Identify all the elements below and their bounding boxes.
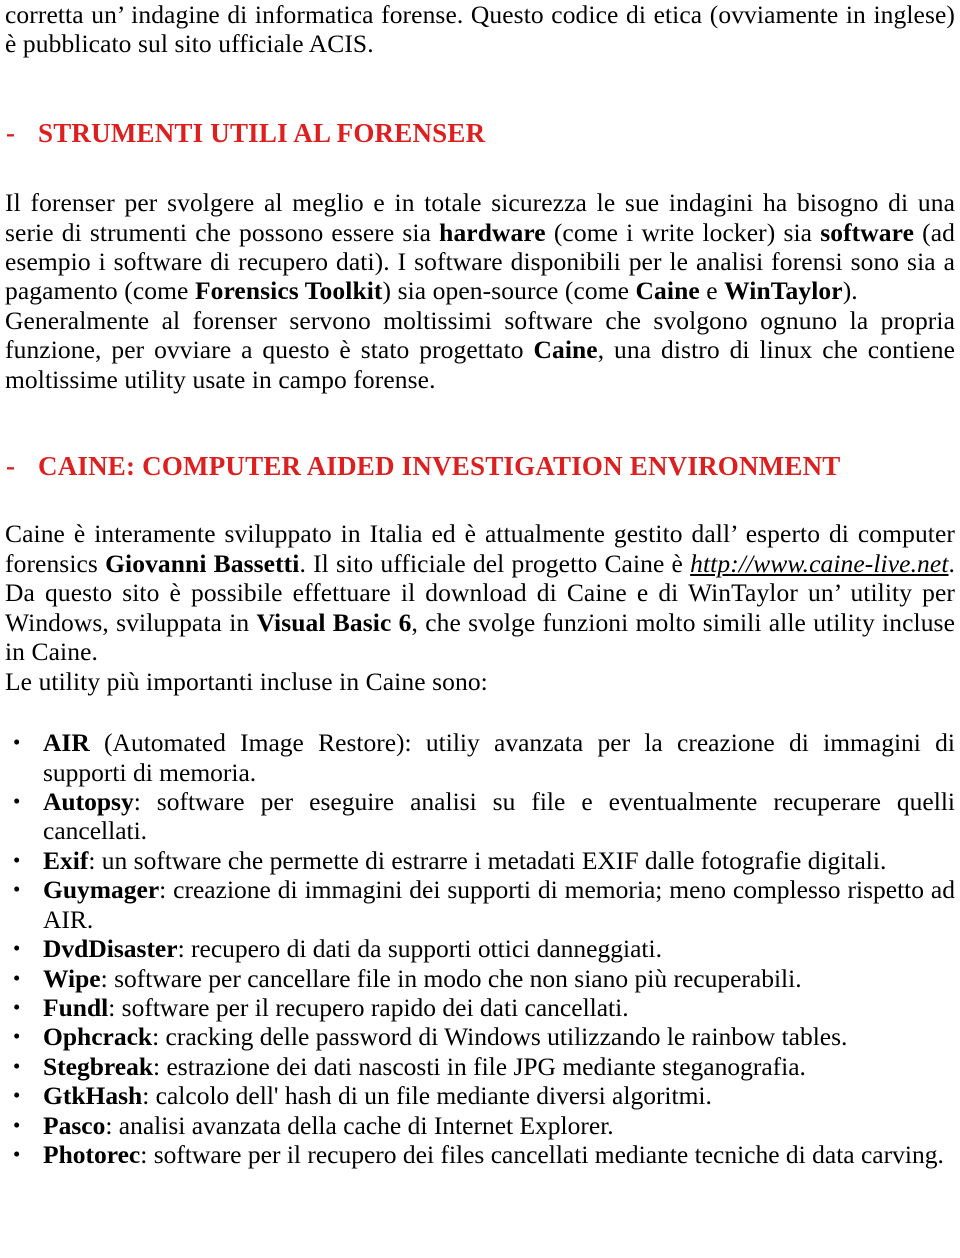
spacer-before-heading-2 — [5, 394, 955, 448]
bullet-icon: • — [13, 936, 21, 961]
utility-name: Pasco — [43, 1110, 106, 1140]
utility-description: : cracking delle password di Windows uti… — [152, 1022, 848, 1052]
intro-paragraph: corretta un’ indagine di informatica for… — [5, 0, 955, 59]
list-item: • GtkHash: calcolo dell' hash di un file … — [5, 1081, 955, 1110]
heading-text: CAINE: COMPUTER AIDED INVESTIGATION ENVI… — [38, 451, 841, 482]
section-heading-strumenti: - STRUMENTI UTILI AL FORENSER — [5, 115, 955, 152]
list-item: • Fundl: software per il recupero rapido … — [5, 993, 955, 1022]
list-item: • Stegbreak: estrazione dei dati nascosti… — [5, 1052, 955, 1081]
bullet-icon: • — [13, 730, 21, 755]
spacer-before-list — [5, 696, 955, 728]
document-page: corretta un’ indagine di informatica for… — [0, 0, 960, 1258]
term-wintaylor: WinTaylor — [724, 276, 843, 306]
utility-name: Stegbreak — [43, 1051, 154, 1081]
section-heading-caine: - CAINE: COMPUTER AIDED INVESTIGATION ENV… — [5, 448, 955, 485]
utility-description: : analisi avanzata della cache di Intern… — [105, 1110, 614, 1140]
list-item: • Photorec: software per il recupero dei … — [5, 1140, 955, 1169]
heading-text: STRUMENTI UTILI AL FORENSER — [38, 117, 486, 148]
heading-dash: - — [6, 451, 16, 482]
utility-description: : creazione di immagini dei supporti di … — [43, 875, 955, 934]
paragraph-caine-descrizione: Caine è interamente sviluppato in Italia… — [5, 519, 955, 666]
utility-name: DvdDisaster — [43, 934, 178, 964]
bullet-icon: • — [13, 1024, 21, 1049]
utility-name: AIR — [43, 728, 90, 758]
list-item: • Autopsy: software per eseguire analisi … — [5, 787, 955, 846]
utility-description: : estrazione dei dati nascosti in file J… — [153, 1051, 806, 1081]
utility-name: Guymager — [43, 875, 160, 905]
intro-text: corretta un’ indagine di informatica for… — [5, 0, 955, 59]
bullet-icon: • — [13, 788, 21, 813]
utility-name: Fundl — [43, 993, 109, 1022]
list-item: • Exif: un software che permette di estra… — [5, 846, 955, 875]
term-visual-basic-6: Visual Basic 6 — [256, 607, 412, 637]
utility-description: : software per eseguire analisi su file … — [43, 786, 955, 846]
paragraph-utility-intro: Le utility più importanti incluse in Cai… — [5, 667, 955, 696]
caine-live-link[interactable]: http://www.caine-live.net — [690, 549, 948, 578]
spacer-after-heading-1 — [5, 152, 955, 188]
term-caine-2: Caine — [533, 335, 598, 365]
heading-dash: - — [6, 117, 16, 148]
term-forensics-toolkit: Forensics Toolkit — [194, 276, 383, 306]
par1-seg5: e — [699, 276, 725, 306]
list-item: • Guymager: creazione di immagini dei sup… — [5, 875, 955, 934]
spacer-after-heading-2 — [5, 485, 955, 519]
paragraph-strumenti: Il forenser per svolgere al meglio e in … — [5, 188, 955, 306]
utility-description: : recupero di dati da supporti ottici da… — [177, 934, 662, 964]
list-item: • Pasco: analisi avanzata della cache di … — [5, 1111, 955, 1140]
utility-name: GtkHash — [43, 1081, 143, 1111]
utility-description: : software per il recupero dei files can… — [140, 1140, 944, 1170]
utility-name: Photorec — [43, 1140, 141, 1170]
utility-name: Ophcrack — [43, 1022, 153, 1052]
utility-description: : un software che permette di estrarre i… — [88, 845, 887, 875]
utility-description: (Automated Image Restore): utiliy avanza… — [43, 728, 955, 787]
bullet-icon: • — [13, 965, 21, 990]
utility-description: : calcolo dell' hash di un file mediante… — [142, 1081, 712, 1111]
utility-description: : software per cancellare file in modo c… — [100, 963, 802, 993]
term-software: software — [820, 217, 915, 247]
term-hardware: hardware — [439, 217, 546, 247]
bullet-icon: • — [13, 1053, 21, 1078]
bullet-icon: • — [13, 847, 21, 872]
par1-seg4: ) sia open-source (come — [382, 276, 636, 306]
list-item: • Wipe: software per cancellare file in m… — [5, 964, 955, 993]
par1-seg2: (come i write locker) sia — [545, 217, 821, 247]
bullet-icon: • — [13, 1112, 21, 1137]
list-item: • Ophcrack: cracking delle password di Wi… — [5, 1022, 955, 1051]
term-giovanni-bassetti: Giovanni Bassetti — [105, 548, 300, 578]
utility-name: Autopsy — [43, 786, 134, 816]
par4-text: Le utility più importanti incluse in Cai… — [5, 666, 488, 696]
bullet-icon: • — [13, 995, 21, 1019]
utilities-list: • AIR (Automated Image Restore): utiliy a… — [5, 728, 955, 1170]
term-caine: Caine — [635, 276, 700, 306]
spacer-before-heading-1 — [5, 59, 955, 115]
bullet-icon: • — [13, 1142, 21, 1167]
paragraph-generalmente: Generalmente al forenser servono moltiss… — [5, 306, 955, 394]
utility-name: Wipe — [43, 963, 101, 993]
par3-seg2: . Il sito ufficiale del progetto Caine è — [299, 548, 691, 578]
utility-name: Exif — [43, 845, 89, 875]
bullet-icon: • — [13, 1083, 21, 1108]
list-item: • DvdDisaster: recupero di dati da suppor… — [5, 934, 955, 963]
par1-seg6: ). — [842, 276, 858, 306]
utility-description: : software per il recupero rapido dei da… — [108, 993, 629, 1022]
list-item: • AIR (Automated Image Restore): utiliy a… — [5, 728, 955, 787]
bullet-icon: • — [13, 877, 21, 902]
